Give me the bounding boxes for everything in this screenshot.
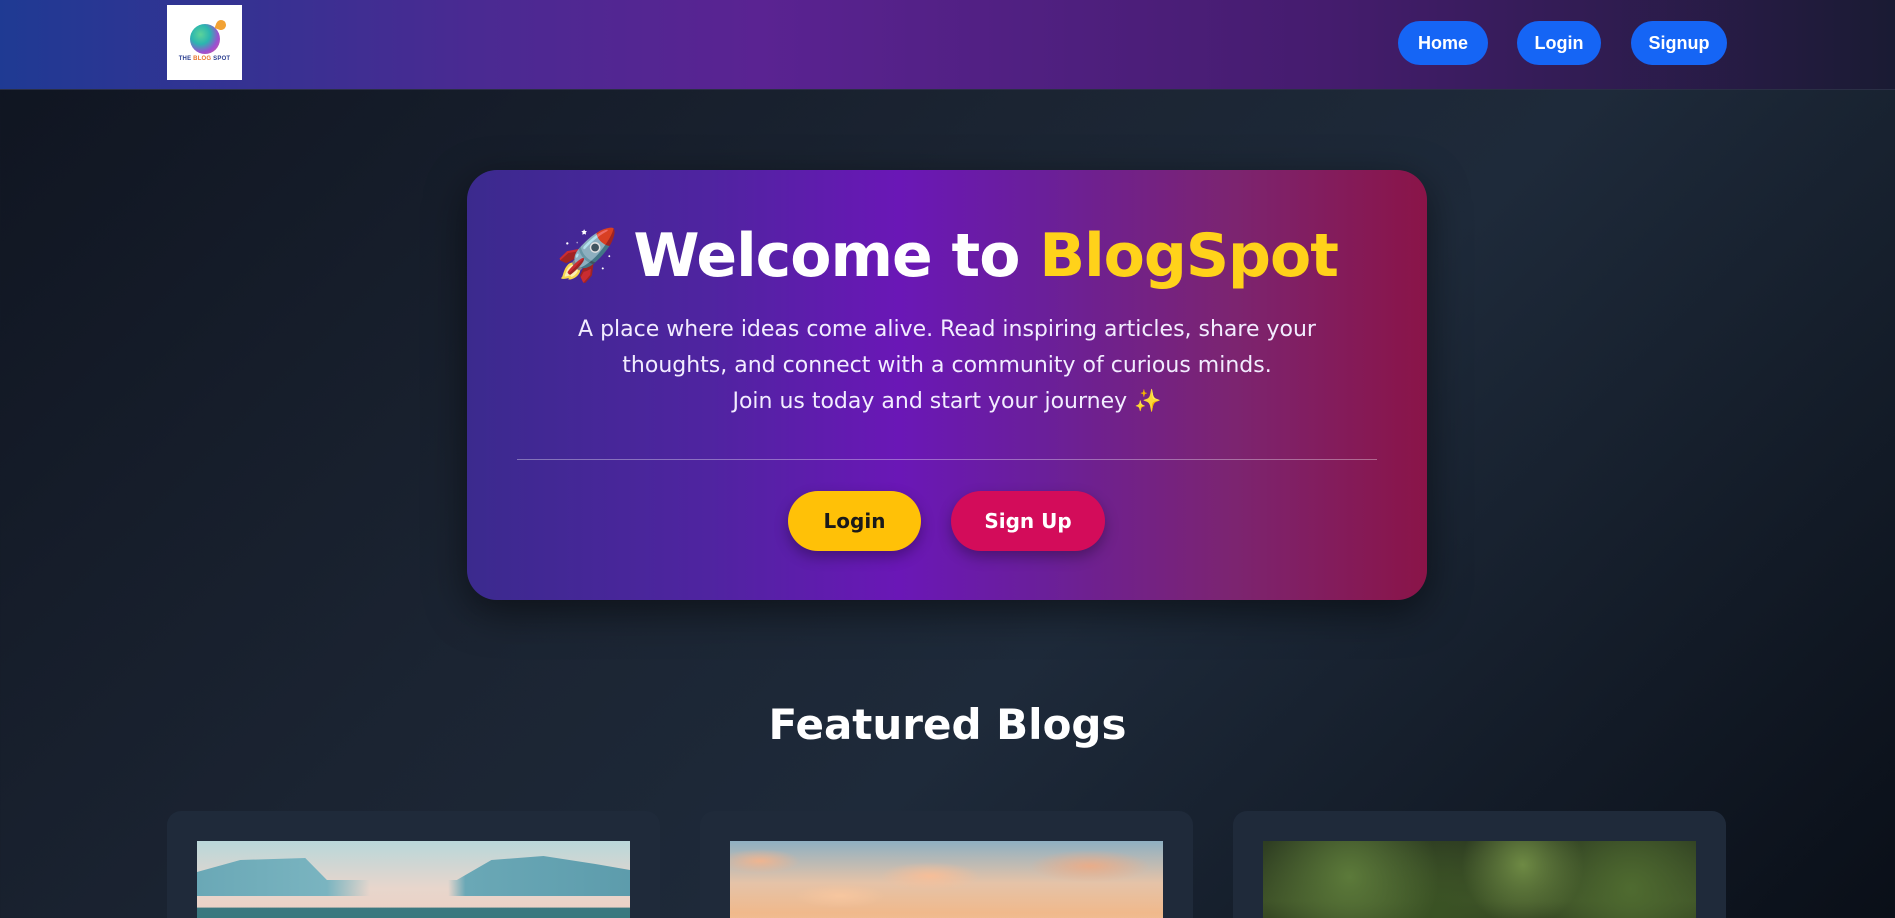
- hero-title-brand: BlogSpot: [1039, 221, 1339, 291]
- blog-card-image-sunset[interactable]: [730, 841, 1163, 918]
- navbar: THE BLOG SPOT Home Login Signup: [0, 0, 1895, 90]
- hero-card: 🚀 Welcome to BlogSpot A place where ideas…: [467, 170, 1427, 600]
- nav-login-button[interactable]: Login: [1517, 21, 1601, 65]
- blog-card-image-mountain[interactable]: [197, 841, 630, 918]
- hero-title: 🚀 Welcome to BlogSpot: [467, 220, 1427, 291]
- hero-title-prefix: Welcome to: [633, 221, 1040, 291]
- hero-description: A place where ideas come alive. Read ins…: [537, 312, 1357, 420]
- hero-description-line2: Join us today and start your journey ✨: [732, 389, 1162, 414]
- blog-card[interactable]: [700, 811, 1193, 918]
- logo-icon: [189, 23, 220, 54]
- hero-signup-button[interactable]: Sign Up: [951, 491, 1105, 551]
- featured-blogs-title: Featured Blogs: [768, 700, 1127, 749]
- site-logo[interactable]: THE BLOG SPOT: [167, 5, 242, 80]
- hero-login-button[interactable]: Login: [788, 491, 921, 551]
- logo-text: THE BLOG SPOT: [178, 55, 231, 62]
- hero-divider: [517, 459, 1377, 460]
- blog-card[interactable]: [167, 811, 660, 918]
- nav-signup-button[interactable]: Signup: [1631, 21, 1727, 65]
- blog-card[interactable]: [1233, 811, 1726, 918]
- nav-home-button[interactable]: Home: [1398, 21, 1488, 65]
- hero-description-line1: A place where ideas come alive. Read ins…: [578, 317, 1316, 378]
- rocket-icon: 🚀: [556, 226, 618, 284]
- blog-card-image-forest[interactable]: [1263, 841, 1696, 918]
